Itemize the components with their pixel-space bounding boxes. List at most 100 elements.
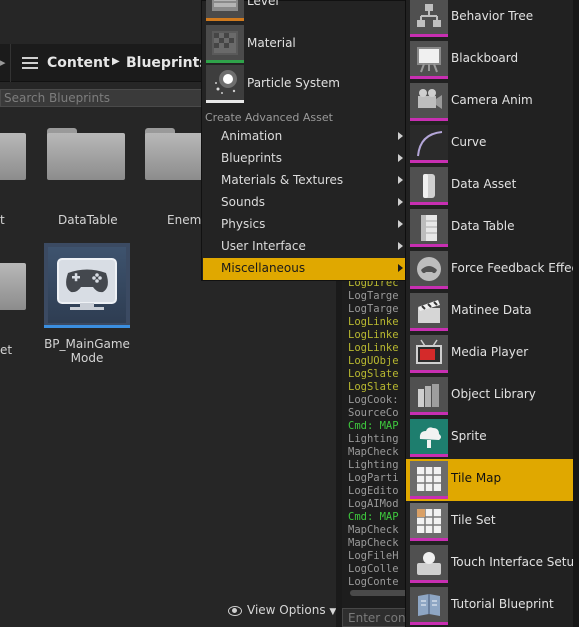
log-line: LogSlate	[348, 368, 399, 380]
menu-item-label: Blackboard	[451, 51, 519, 65]
data-table-icon	[410, 209, 448, 247]
menu-item-label: Animation	[221, 129, 283, 143]
gamepad-icon	[57, 258, 117, 310]
particle-system-icon	[206, 65, 244, 103]
menu-item-label: Data Table	[451, 219, 515, 233]
history-forward-icon[interactable]: ▸	[0, 56, 6, 70]
log-line: LogLinke	[348, 342, 399, 354]
menu-item-animation[interactable]: Animation	[203, 126, 406, 148]
data-asset-icon	[410, 167, 448, 205]
touch-interface-icon	[410, 545, 448, 583]
menu-item-label: Object Library	[451, 387, 536, 401]
menu-item-camera-anim[interactable]: Camera Anim	[406, 81, 575, 123]
menu-item-object-library[interactable]: Object Library	[406, 375, 575, 417]
menu-item-blueprints[interactable]: Blueprints	[203, 148, 406, 170]
log-line: LogTarge	[348, 290, 399, 302]
menu-item-physics[interactable]: Physics	[203, 214, 406, 236]
gamemode-asset-tile[interactable]	[44, 243, 130, 328]
menu-item-sprite[interactable]: Sprite	[406, 417, 575, 459]
log-line: LogEdito	[348, 485, 399, 497]
menu-item-tile-set[interactable]: Tile Set	[406, 501, 575, 543]
menu-item-materials-textures[interactable]: Materials & Textures	[203, 170, 406, 192]
menu-item-touch-interface-setup[interactable]: Touch Interface Setup	[406, 543, 579, 585]
submenu-arrow-icon	[398, 154, 403, 162]
submenu-arrow-icon	[398, 176, 403, 184]
asset-label[interactable]: DataTable	[58, 213, 118, 227]
menu-item-label: User Interface	[221, 239, 306, 253]
object-library-icon	[410, 377, 448, 415]
menu-item-label: Blueprints	[221, 151, 283, 165]
level-icon	[206, 0, 244, 21]
menu-item-material[interactable]: Material	[202, 23, 406, 65]
menu-item-label: Data Asset	[451, 177, 517, 191]
submenu-arrow-icon	[398, 198, 403, 206]
menu-item-behavior-tree[interactable]: Behavior Tree	[406, 0, 575, 39]
submenu-scrollbar[interactable]	[573, 0, 579, 627]
menu-item-label: Force Feedback Effect	[451, 261, 579, 275]
menu-item-tile-map[interactable]: Tile Map	[406, 459, 575, 501]
menu-item-blackboard[interactable]: Blackboard	[406, 39, 575, 81]
breadcrumb-arrow-icon[interactable]: ▶	[112, 56, 120, 67]
tile-map-icon	[410, 461, 448, 499]
menu-item-matinee-data[interactable]: Matinee Data	[406, 291, 575, 333]
breadcrumb-content[interactable]: Content	[47, 55, 110, 71]
log-line: SourceCo	[348, 407, 399, 419]
menu-item-particle-system[interactable]: Particle System	[202, 63, 406, 105]
asset-label[interactable]: t	[0, 213, 5, 227]
asset-label[interactable]: BP_MainGame Mode	[44, 337, 130, 365]
log-line: LogLinke	[348, 329, 399, 341]
menu-item-label: Tutorial Blueprint	[451, 597, 554, 611]
log-line: MapCheck	[348, 537, 399, 549]
menu-item-force-feedback-effect[interactable]: Force Feedback Effect	[406, 249, 579, 291]
log-line: LogCook:	[348, 394, 399, 406]
menu-item-label: Tile Set	[451, 513, 496, 527]
tv-icon	[410, 335, 448, 373]
log-line: LogFileH	[348, 550, 399, 562]
menu-item-label: Miscellaneous	[221, 261, 306, 275]
menu-item-label: Material	[247, 36, 296, 50]
view-options-button[interactable]: View Options ▼	[226, 603, 336, 617]
sources-list-icon[interactable]	[22, 56, 38, 70]
menu-item-curve[interactable]: Curve	[406, 123, 575, 165]
folder-icon[interactable]	[0, 128, 26, 180]
menu-item-user-interface[interactable]: User Interface	[203, 236, 406, 258]
submenu-arrow-icon	[398, 132, 403, 140]
submenu-arrow-icon	[398, 264, 403, 272]
log-line: LogSlate	[348, 381, 399, 393]
folder-icon[interactable]	[0, 258, 26, 310]
menu-item-label: Behavior Tree	[451, 9, 534, 23]
menu-item-tutorial-blueprint[interactable]: Tutorial Blueprint	[406, 585, 575, 627]
console-input-box[interactable]	[342, 608, 412, 627]
menu-item-sounds[interactable]: Sounds	[203, 192, 406, 214]
log-line: LogLinke	[348, 316, 399, 328]
tutorial-blueprint-icon	[410, 587, 448, 625]
menu-item-media-player[interactable]: Media Player	[406, 333, 575, 375]
menu-item-data-table[interactable]: Data Table	[406, 207, 575, 249]
menu-item-miscellaneous[interactable]: Miscellaneous	[203, 258, 406, 280]
behavior-tree-icon	[410, 0, 448, 37]
breadcrumb-blueprints[interactable]: Blueprints	[126, 55, 208, 71]
log-line: Cmd: MAP	[348, 511, 399, 523]
menu-item-label: Materials & Textures	[221, 173, 344, 187]
console-input[interactable]	[343, 609, 411, 626]
asset-label[interactable]: et	[0, 343, 12, 357]
menu-item-label: Tile Map	[451, 471, 502, 485]
folder-icon[interactable]	[47, 128, 125, 180]
menu-item-label: Sounds	[221, 195, 266, 209]
menu-item-label: Level	[247, 0, 279, 8]
curve-icon	[410, 125, 448, 163]
log-line: LogAIMod	[348, 498, 399, 510]
log-scrollbar[interactable]	[350, 590, 410, 596]
log-line: LogUObje	[348, 355, 399, 367]
menu-item-label: Particle System	[247, 76, 340, 90]
menu-item-data-asset[interactable]: Data Asset	[406, 165, 575, 207]
clapperboard-icon	[410, 293, 448, 331]
menu-item-level[interactable]: Level	[202, 0, 406, 23]
menu-item-label: Physics	[221, 217, 266, 231]
log-line: MapCheck	[348, 446, 399, 458]
menu-item-label: Matinee Data	[451, 303, 532, 317]
divider	[10, 44, 11, 82]
submenu-arrow-icon	[398, 242, 403, 250]
force-feedback-icon	[410, 251, 448, 289]
submenu-arrow-icon	[398, 220, 403, 228]
